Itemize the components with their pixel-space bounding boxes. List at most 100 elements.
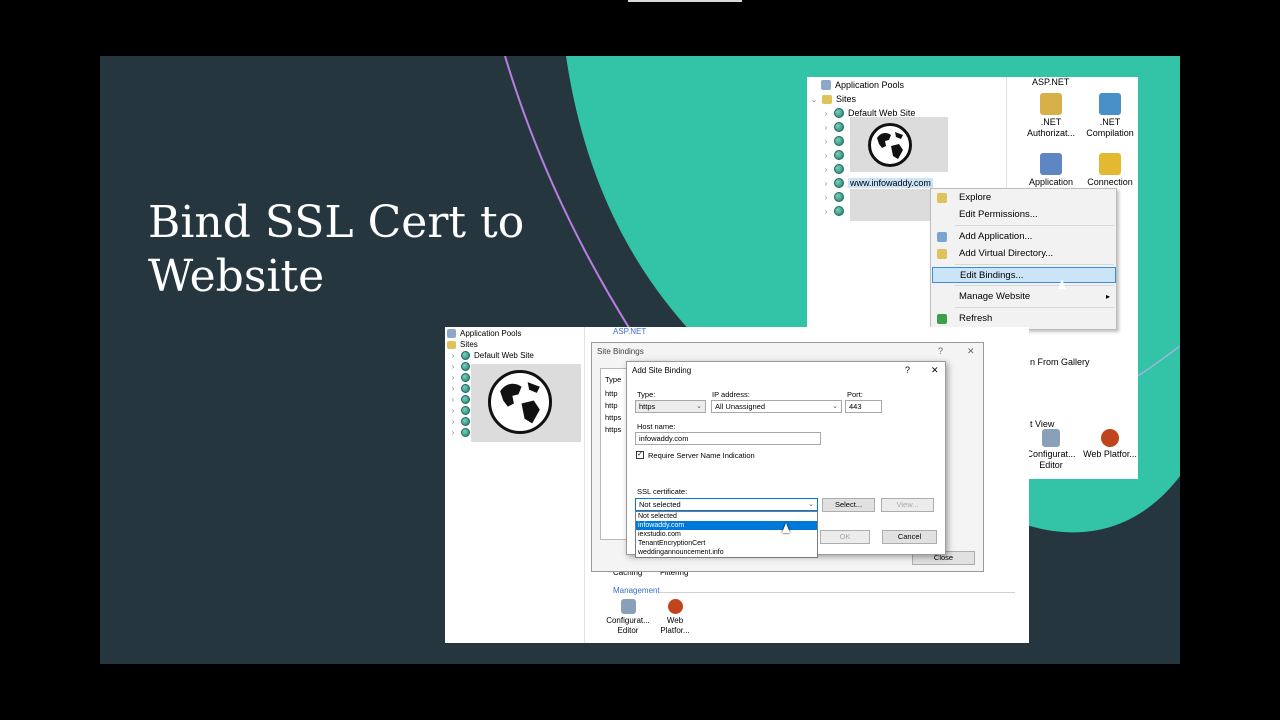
- ssl-certificate-label: SSL certificate:: [637, 487, 688, 496]
- binding-row[interactable]: https: [605, 425, 621, 434]
- tree-item-site[interactable]: ›: [449, 362, 470, 371]
- binding-row[interactable]: http: [605, 389, 618, 398]
- tree-item-sites[interactable]: ⌄ Sites: [810, 94, 856, 104]
- chevron-right-icon: ›: [824, 164, 828, 174]
- slide-title: Bind SSL Cert to Website: [148, 197, 525, 302]
- tree-label: Default Web Site: [474, 351, 534, 360]
- net-compilation-feature[interactable]: .NET Compilation: [1082, 93, 1138, 139]
- download-icon: [1099, 93, 1121, 115]
- ssl-certificate-select[interactable]: Not selected ⌄: [635, 498, 818, 511]
- menu-item-edit-permissions[interactable]: Edit Permissions...: [932, 207, 1116, 223]
- tree-item-site-infowaddy[interactable]: › www.infowaddy.com: [822, 178, 933, 188]
- chevron-right-icon: ›: [824, 122, 828, 132]
- tree-item-app-pools[interactable]: Application Pools: [447, 329, 521, 338]
- connection-strings-feature[interactable]: Connection: [1082, 153, 1138, 188]
- tree-label: Sites: [836, 94, 857, 104]
- download-icon: [1101, 429, 1119, 447]
- menu-item-refresh[interactable]: Refresh: [932, 311, 1116, 327]
- tree-item-site[interactable]: ›: [449, 395, 470, 404]
- menu-item-edit-bindings[interactable]: Edit Bindings...: [932, 267, 1116, 283]
- tree-item-site[interactable]: ›: [449, 384, 470, 393]
- chevron-right-icon: ›: [451, 395, 455, 404]
- menu-separator: [955, 307, 1114, 308]
- port-label: Port:: [847, 390, 863, 399]
- dialog-title: Site Bindings: [597, 347, 644, 356]
- menu-item-explore[interactable]: Explore: [932, 190, 1116, 206]
- globe-icon: [834, 136, 844, 146]
- tree-item-site[interactable]: ›: [822, 164, 844, 174]
- application-settings-feature[interactable]: Application: [1023, 153, 1079, 188]
- tree-item-site[interactable]: ›: [822, 136, 844, 146]
- binding-row[interactable]: http: [605, 401, 618, 410]
- chevron-right-icon: ›: [824, 206, 828, 216]
- chevron-down-icon: ⌄: [810, 94, 818, 104]
- configuration-editor-feature[interactable]: Configurat... Editor: [605, 599, 651, 636]
- dropdown-option[interactable]: Not selected: [636, 512, 817, 521]
- list-icon: [1040, 153, 1062, 175]
- chevron-right-icon: ›: [451, 384, 455, 393]
- tree-item-site[interactable]: ›: [822, 192, 844, 202]
- dialog-title: Add Site Binding: [632, 366, 692, 375]
- tree-label: Application Pools: [835, 80, 905, 90]
- connections-tree: Application Pools Sites › Default Web Si…: [445, 327, 585, 643]
- globe-icon: [461, 395, 470, 404]
- globe-icon: [488, 370, 552, 434]
- port-input[interactable]: 443: [845, 400, 882, 413]
- mouse-cursor: [1058, 279, 1066, 289]
- chevron-right-icon: ›: [824, 150, 828, 160]
- download-icon: [667, 599, 683, 614]
- partial-menu-text: t View: [1030, 419, 1055, 429]
- tree-item-site[interactable]: ›: [822, 122, 844, 132]
- section-divider: [660, 592, 1015, 593]
- section-header: ASP.NET: [613, 327, 647, 336]
- net-authorization-feature[interactable]: .NET Authorizat...: [1023, 93, 1079, 139]
- blurred-site-names: [850, 189, 930, 221]
- view-certificate-button[interactable]: View...: [881, 498, 934, 512]
- tree-item-site[interactable]: ›: [449, 406, 470, 415]
- menu-item-add-virtual-directory[interactable]: Add Virtual Directory...: [932, 246, 1116, 262]
- web-platform-feature[interactable]: Web Platfor...: [1082, 429, 1138, 460]
- dropdown-option[interactable]: weddingannouncement.info: [636, 548, 817, 557]
- partial-menu-text: n From Gallery: [1030, 357, 1090, 367]
- tree-item-sites[interactable]: Sites: [447, 340, 478, 349]
- help-button[interactable]: ?: [905, 365, 910, 375]
- chevron-right-icon: ›: [824, 108, 828, 118]
- type-label: Type:: [637, 390, 656, 399]
- binding-row[interactable]: https: [605, 413, 621, 422]
- configuration-editor-feature[interactable]: Configurat... Editor: [1023, 429, 1079, 471]
- menu-item-manage-website[interactable]: Manage Website ▸: [932, 289, 1116, 305]
- site-context-menu: Explore Edit Permissions... Add Applicat…: [930, 188, 1117, 330]
- close-button[interactable]: ✕: [967, 346, 975, 357]
- tree-item-site[interactable]: ›: [822, 206, 844, 216]
- lock-icon: [1040, 93, 1062, 115]
- globe-icon: [461, 362, 470, 371]
- close-button[interactable]: ✕: [931, 365, 939, 376]
- mouse-cursor: [782, 523, 790, 533]
- globe-icon: [834, 206, 844, 216]
- menu-item-add-application[interactable]: Add Application...: [932, 229, 1116, 245]
- section-header: ASP.NET: [1032, 77, 1070, 87]
- globe-icon: [834, 108, 844, 118]
- cancel-button[interactable]: Cancel: [882, 530, 937, 544]
- chevron-down-icon: ⌄: [832, 403, 838, 410]
- dropdown-option[interactable]: TenantEncryptionCert: [636, 539, 817, 548]
- column-header-type: Type: [605, 375, 622, 384]
- tree-item-site[interactable]: ›: [822, 150, 844, 160]
- tree-item-site[interactable]: ›: [449, 373, 470, 382]
- globe-icon: [461, 351, 470, 360]
- sni-checkbox[interactable]: ✓: [636, 451, 644, 459]
- help-button[interactable]: ?: [938, 346, 943, 356]
- tree-item-site[interactable]: ›: [449, 428, 470, 437]
- host-name-input[interactable]: infowaddy.com: [635, 432, 821, 445]
- type-select[interactable]: https ⌄: [635, 400, 706, 413]
- web-platform-feature[interactable]: Web Platfor...: [652, 599, 698, 636]
- tree-item-app-pools[interactable]: Application Pools: [821, 80, 904, 90]
- globe-continents-icon: [500, 382, 540, 424]
- config-icon: [1042, 429, 1060, 447]
- ok-button[interactable]: OK: [820, 530, 870, 544]
- tree-item-default-site[interactable]: › Default Web Site: [449, 351, 534, 360]
- ip-address-select[interactable]: All Unassigned ⌄: [711, 400, 842, 413]
- tree-item-site[interactable]: ›: [449, 417, 470, 426]
- select-certificate-button[interactable]: Select...: [822, 498, 875, 512]
- chevron-right-icon: ›: [824, 192, 828, 202]
